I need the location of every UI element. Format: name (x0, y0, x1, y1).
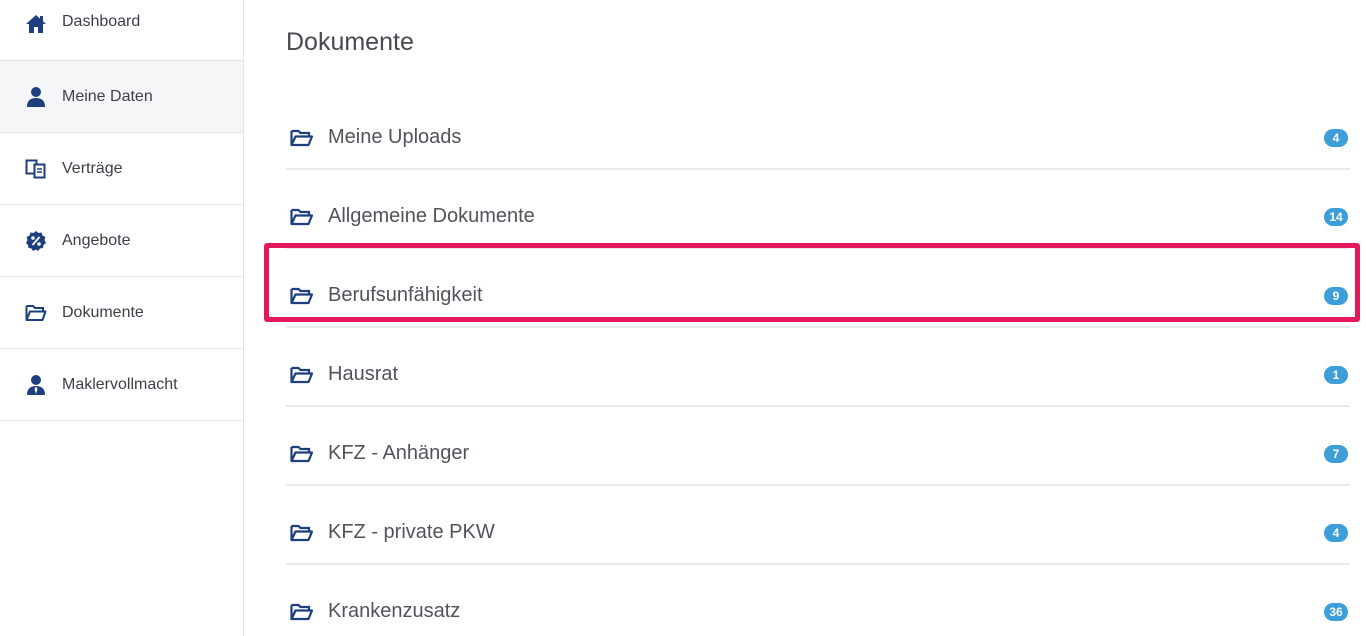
count-badge: 36 (1324, 602, 1348, 621)
sidebar: Dashboard Meine Daten Verträge Angebote … (0, 0, 244, 636)
folder-icon (290, 365, 316, 385)
folder-row-hausrat[interactable]: Hausrat 1 (286, 328, 1350, 407)
home-icon (24, 13, 48, 35)
folder-label: Berufsunfähigkeit (328, 284, 483, 306)
folder-icon (290, 444, 316, 464)
sidebar-item-label: Maklervollmacht (62, 375, 178, 393)
folder-row-berufsunfaehigkeit[interactable]: Berufsunfähigkeit 9 (286, 249, 1350, 328)
count-badge: 1 (1324, 365, 1348, 384)
user-tie-icon (24, 374, 48, 396)
folder-row-kfz-anhaenger[interactable]: KFZ - Anhänger 7 (286, 407, 1350, 486)
folder-icon (24, 302, 48, 324)
sidebar-item-angebote[interactable]: Angebote (0, 205, 243, 277)
folder-icon (290, 207, 316, 227)
count-badge: 14 (1324, 207, 1348, 226)
sidebar-item-vertraege[interactable]: Verträge (0, 133, 243, 205)
sidebar-item-meine-daten[interactable]: Meine Daten (0, 61, 243, 133)
folder-label: Krankenzusatz (328, 600, 461, 622)
sidebar-item-label: Dokumente (62, 303, 144, 321)
folder-row-kfz-private-pkw[interactable]: KFZ - private PKW 4 (286, 486, 1350, 565)
sidebar-item-maklervollmacht[interactable]: Maklervollmacht (0, 349, 243, 421)
folder-label: Meine Uploads (328, 126, 462, 148)
count-badge: 4 (1324, 523, 1348, 542)
folder-label: Hausrat (328, 363, 399, 385)
folder-icon (290, 523, 316, 543)
page-title: Dokumente (286, 28, 414, 56)
folder-label: Allgemeine Dokumente (328, 205, 535, 227)
user-icon (24, 86, 48, 108)
app-window: Dashboard Meine Daten Verträge Angebote … (0, 0, 1366, 636)
folder-row-krankenzusatz[interactable]: Krankenzusatz 36 (286, 565, 1350, 636)
documents-icon (24, 158, 48, 180)
sidebar-item-label: Angebote (62, 231, 131, 249)
count-badge: 9 (1324, 286, 1348, 305)
count-badge: 7 (1324, 444, 1348, 463)
count-badge: 4 (1324, 128, 1348, 147)
folder-icon (290, 602, 316, 622)
main-content: Dokumente Meine Uploads 4 Allgemeine Dok… (244, 0, 1366, 636)
sidebar-item-label: Dashboard (62, 13, 141, 30)
folder-label: KFZ - Anhänger (328, 442, 470, 464)
sidebar-item-dokumente[interactable]: Dokumente (0, 277, 243, 349)
sidebar-item-label: Verträge (62, 159, 123, 177)
sidebar-item-dashboard[interactable]: Dashboard (0, 0, 243, 61)
folder-row-meine-uploads[interactable]: Meine Uploads 4 (286, 91, 1350, 170)
folder-list: Meine Uploads 4 Allgemeine Dokumente 14 (286, 91, 1350, 636)
folder-icon (290, 128, 316, 148)
percent-icon (24, 230, 48, 252)
folder-icon (290, 286, 316, 306)
folder-label: KFZ - private PKW (328, 521, 495, 543)
folder-row-allgemeine-dokumente[interactable]: Allgemeine Dokumente 14 (286, 170, 1350, 249)
sidebar-item-label: Meine Daten (62, 87, 153, 105)
